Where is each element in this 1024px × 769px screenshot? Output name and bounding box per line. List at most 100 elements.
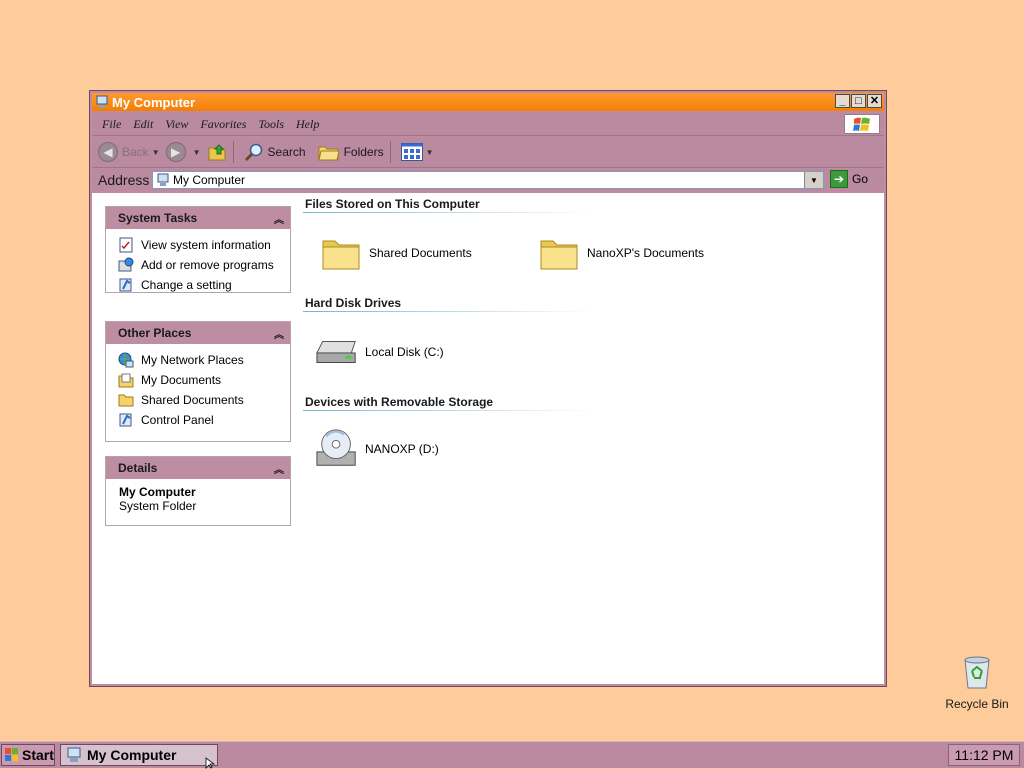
folders-icon (317, 146, 340, 161)
menu-view[interactable]: View (165, 117, 188, 132)
folders-label: Folders (343, 145, 384, 159)
taskbar-button-my-computer[interactable]: My Computer (60, 744, 218, 766)
address-dropdown-icon[interactable]: ▼ (804, 172, 823, 188)
views-icon (400, 143, 423, 161)
system-tasks-pane: System Tasks ︽ View system information A… (105, 206, 291, 293)
task-view-system-information[interactable]: View system information (118, 235, 290, 255)
other-places-pane: Other Places ︽ My Network Places My Docu… (105, 321, 291, 442)
recycle-bin-label: Recycle Bin (945, 697, 1009, 711)
other-places-header[interactable]: Other Places ︽ (106, 322, 290, 344)
toolbar-separator (232, 141, 234, 163)
forward-arrow-icon: ▶ (165, 142, 186, 162)
collapse-chevron-icon[interactable]: ︽ (274, 211, 284, 226)
title-bar[interactable]: My Computer _ □ ✕ (92, 93, 884, 111)
group-header-files: Files Stored on This Computer (305, 197, 480, 211)
menu-edit[interactable]: Edit (133, 117, 153, 132)
place-label: My Documents (141, 373, 222, 387)
folders-button[interactable]: Folders (317, 143, 384, 161)
go-button[interactable]: ➔ Go (830, 170, 868, 188)
window-title: My Computer (112, 94, 196, 110)
collapse-chevron-icon[interactable]: ︽ (274, 326, 284, 341)
recycle-bin-desktop-icon[interactable]: Recycle Bin (942, 656, 1012, 711)
folder-icon (118, 392, 134, 408)
item-label: NanoXP's Documents (587, 246, 705, 260)
views-button[interactable]: ▼ (400, 143, 434, 161)
my-computer-window: My Computer _ □ ✕ File Edit View Favorit… (89, 90, 887, 687)
close-button[interactable]: ✕ (867, 94, 882, 108)
back-arrow-icon: ◀ (98, 142, 118, 162)
place-my-network-places[interactable]: My Network Places (118, 350, 290, 370)
local-disk-item[interactable]: Local Disk (C:) (315, 330, 444, 374)
place-control-panel[interactable]: Control Panel (118, 410, 290, 430)
collapse-chevron-icon[interactable]: ︽ (274, 461, 284, 476)
toolbar-separator (389, 141, 391, 163)
forward-dropdown-icon[interactable]: ▼ (193, 148, 201, 157)
start-button[interactable]: Start (1, 744, 55, 766)
go-label: Go (852, 172, 869, 186)
hard-drive-icon (315, 330, 359, 374)
task-add-remove-programs[interactable]: Add or remove programs (118, 255, 290, 275)
cd-drive-item[interactable]: NANOXP (D:) (315, 427, 439, 471)
forward-button[interactable]: ▶ ▼ (165, 142, 201, 162)
network-places-icon (118, 352, 134, 368)
group-divider (303, 311, 593, 312)
task-label: My Computer (87, 747, 177, 763)
back-dropdown-icon[interactable]: ▼ (152, 148, 160, 157)
task-label: Change a setting (141, 278, 232, 292)
maximize-button[interactable]: □ (851, 94, 866, 108)
place-shared-documents[interactable]: Shared Documents (118, 390, 290, 410)
place-label: Control Panel (141, 413, 214, 427)
address-value: My Computer (173, 173, 246, 187)
group-divider (303, 410, 593, 411)
go-arrow-icon: ➔ (830, 170, 848, 188)
place-label: Shared Documents (141, 393, 244, 407)
window-controls: _ □ ✕ (835, 94, 882, 108)
menu-bar: File Edit View Favorites Tools Help (92, 113, 884, 136)
menu-help[interactable]: Help (296, 117, 319, 132)
minimize-button[interactable]: _ (835, 94, 850, 108)
menu-file[interactable]: File (102, 117, 121, 132)
system-tasks-header[interactable]: System Tasks ︽ (106, 207, 290, 229)
up-folder-button[interactable] (207, 142, 227, 162)
search-button[interactable]: Search (244, 142, 306, 162)
folder-icon (319, 231, 363, 275)
place-label: My Network Places (141, 353, 244, 367)
windows-flag-icon (5, 748, 18, 761)
control-panel-icon (118, 412, 134, 428)
details-title: Details (118, 461, 158, 475)
standard-toolbar: ◀ Back ▼ ▶ ▼ Search Folders ▼ (92, 137, 884, 168)
group-header-removable: Devices with Removable Storage (305, 395, 494, 409)
computer-icon (157, 173, 169, 186)
address-input[interactable]: My Computer ▼ (152, 171, 824, 189)
item-label: Local Disk (C:) (365, 345, 444, 359)
nanoxp-documents-item[interactable]: NanoXP's Documents (537, 231, 704, 275)
content-area: System Tasks ︽ View system information A… (92, 193, 884, 684)
taskbar: Start My Computer 11:12 PM (0, 741, 1024, 768)
task-label: View system information (141, 238, 271, 252)
search-icon (244, 143, 262, 162)
my-documents-icon (118, 372, 134, 388)
shared-documents-item[interactable]: Shared Documents (319, 231, 472, 275)
windows-logo-icon (844, 114, 880, 134)
mouse-cursor-icon (205, 757, 216, 769)
add-remove-programs-icon (118, 257, 134, 273)
start-label: Start (22, 747, 54, 763)
back-button[interactable]: ◀ Back ▼ (98, 142, 160, 162)
details-type: System Folder (119, 499, 197, 513)
item-label: Shared Documents (369, 246, 472, 260)
cd-drive-icon (315, 427, 359, 471)
menu-tools[interactable]: Tools (258, 117, 284, 132)
place-my-documents[interactable]: My Documents (118, 370, 290, 390)
control-panel-icon (118, 277, 134, 293)
menu-favorites[interactable]: Favorites (200, 117, 246, 132)
item-label: NANOXP (D:) (365, 442, 439, 456)
details-name: My Computer (119, 485, 196, 499)
folder-icon (537, 231, 581, 275)
computer-icon (67, 747, 81, 762)
group-divider (303, 212, 593, 213)
system-clock[interactable]: 11:12 PM (948, 744, 1020, 766)
task-change-setting[interactable]: Change a setting (118, 275, 290, 295)
address-bar: Address My Computer ▼ ➔ Go (92, 169, 884, 191)
views-dropdown-icon[interactable]: ▼ (426, 148, 434, 157)
details-header[interactable]: Details ︽ (106, 457, 290, 479)
